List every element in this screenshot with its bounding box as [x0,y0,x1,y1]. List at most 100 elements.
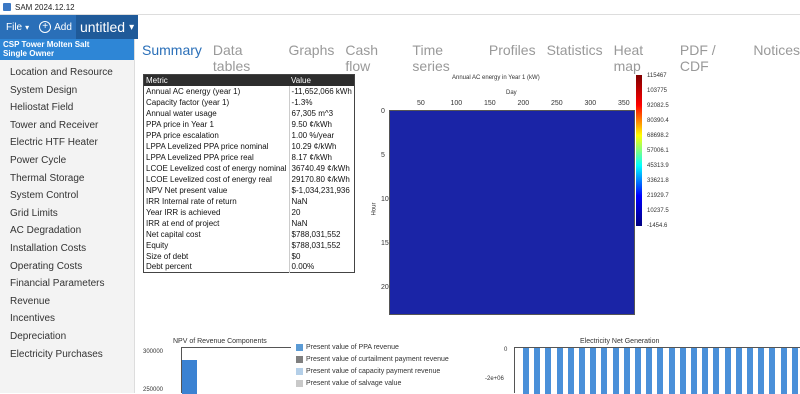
sidebar-item-system-design[interactable]: System Design [0,82,134,100]
net-generation-bar [646,348,653,394]
table-row: LCOE Levelized cost of energy real 29170.… [144,173,355,185]
net-generation-title: Electricity Net Generation [580,338,660,345]
net-generation-bar [545,348,552,394]
metric-column-header: Metric [143,74,290,86]
colorbar-tick: 21929.7 [647,193,669,199]
heatmap-xtick: 200 [517,100,530,107]
heatmap-ytick: 5 [381,152,385,159]
metric-name: Capacity factor (year 1) [146,97,230,107]
heatmap-xtick: 150 [484,100,496,107]
chevron-down-icon[interactable]: ▾ [129,22,134,33]
heatmap-xtick: 250 [551,100,563,107]
sidebar-item-ac-degradation[interactable]: AC Degradation [0,222,134,240]
file-menu-button[interactable]: File ▾ [0,15,35,39]
heatmap-xlabel: Day [506,90,517,96]
legend-label: Present value of salvage value [306,379,402,387]
npv-bar-ppa-revenue [182,360,197,394]
sidebar-item-tower-and-receiver[interactable]: Tower and Receiver [0,117,134,135]
sidebar-item-location-and-resource[interactable]: Location and Resource [0,64,134,82]
legend-label: Present value of curtailment payment rev… [306,355,449,363]
table-row: LPPA Levelized PPA price real 8.17 ¢/kWh [144,151,355,163]
sidebar-item-electricity-purchases[interactable]: Electricity Purchases [0,346,134,364]
sidebar-item-revenue[interactable]: Revenue [0,293,134,311]
net-generation-bar [635,348,641,394]
tab-data-tables[interactable]: Data tables [213,42,278,74]
net-generation-bar [623,348,630,394]
table-row: Size of debt $0 [144,250,355,262]
metric-value: 9.50 ¢/kWh [288,118,355,130]
tab-profiles[interactable]: Profiles [489,42,536,64]
tab-cash-flow[interactable]: Cash flow [345,42,401,74]
value-column-header: Value [289,74,355,86]
legend-swatch [296,355,303,363]
metric-name: Net capital cost [146,229,201,239]
table-row: Debt percent 0.00% [144,261,355,273]
net-generation-bar [724,348,731,394]
metric-name: LCOE Levelized cost of energy real [146,174,272,184]
heatmap-plot-area [389,110,635,315]
legend-label: Present value of capacity payment revenu… [306,367,441,375]
heatmap-ylabel: Hour [371,202,378,216]
legend-label: Present value of PPA revenue [306,343,399,351]
sidebar-item-installation-costs[interactable]: Installation Costs [0,240,134,258]
metric-value: NaN [288,217,355,229]
tab-graphs[interactable]: Graphs [288,42,334,64]
table-row: LPPA Levelized PPA price nominal 10.29 ¢/… [144,140,355,152]
metric-value: 10.29 ¢/kWh [288,140,355,152]
legend-item: Present value of curtailment payment rev… [296,353,449,365]
legend-swatch [296,343,303,351]
add-case-button[interactable]: + Add [35,15,76,39]
table-row: IRR Internal rate of return NaN [144,195,355,207]
tab-pdf-cdf[interactable]: PDF / CDF [680,42,742,74]
case-tab[interactable]: untitled ▾ [75,15,139,39]
heatmap-title: Annual AC energy in Year 1 (kW) [452,75,540,81]
sidebar-item-system-control[interactable]: System Control [0,187,134,205]
window-titlebar: SAM 2024.12.12 [0,0,800,15]
heatmap-colorbar [636,75,642,226]
tab-time-series[interactable]: Time series [412,42,477,74]
case-name: untitled [79,19,126,35]
sidebar-item-heliostat-field[interactable]: Heliostat Field [0,99,134,117]
plus-circle-icon: + [39,21,52,33]
table-row: Capacity factor (year 1) -1.3% [144,96,355,108]
sidebar-item-operating-costs[interactable]: Operating Costs [0,258,134,276]
heatmap-ytick: 15 [381,240,389,247]
colorbar-tick: 10237.5 [647,208,669,214]
table-row: Equity $788,031,552 [144,239,355,251]
sidebar-item-incentives[interactable]: Incentives [0,310,134,328]
table-row: Year IRR is achieved 20 [144,206,355,218]
sidebar-item-financial-parameters[interactable]: Financial Parameters [0,275,134,293]
net-generation-bar [590,348,597,394]
table-row: IRR at end of project NaN [144,217,355,229]
npv-ytick: 300000 [143,349,164,355]
net-generation-bar [747,348,753,394]
top-toolbar: File ▾ + Add untitled ▾ [0,15,139,39]
sidebar-item-thermal-storage[interactable]: Thermal Storage [0,170,134,188]
sam-app-icon [3,3,11,11]
net-generation-bar [758,348,765,394]
colorbar-tick: 57006.1 [647,148,669,154]
net-generation-bar [679,348,686,394]
table-row: Net capital cost $788,031,552 [144,228,355,240]
tab-statistics[interactable]: Statistics [547,42,603,64]
sidebar-item-electric-htf-heater[interactable]: Electric HTF Heater [0,134,134,152]
metric-value: 29170.80 ¢/kWh [288,173,355,185]
metric-name: Size of debt [146,251,189,261]
metric-value: NaN [288,195,355,207]
tab-notices[interactable]: Notices [753,42,800,64]
file-menu-label: File [6,21,23,33]
table-row: PPA price escalation 1.00 %/year [144,129,355,141]
sidebar-item-power-cycle[interactable]: Power Cycle [0,152,134,170]
sidebar-item-grid-limits[interactable]: Grid Limits [0,205,134,223]
legend-item: Present value of capacity payment revenu… [296,365,449,377]
net-generation-bar [657,348,664,394]
net-generation-bar [780,348,787,394]
heatmap-ytick: 20 [381,284,389,291]
metric-name: IRR Internal rate of return [146,196,237,206]
tab-summary[interactable]: Summary [142,42,202,64]
colorbar-tick: 103775 [647,88,668,94]
input-pages-sidebar: CSP Tower Molten Salt Single Owner Locat… [0,39,135,393]
configuration-header[interactable]: CSP Tower Molten Salt Single Owner [0,39,134,60]
tab-heat-map[interactable]: Heat map [614,42,669,74]
sidebar-item-depreciation[interactable]: Depreciation [0,328,134,346]
